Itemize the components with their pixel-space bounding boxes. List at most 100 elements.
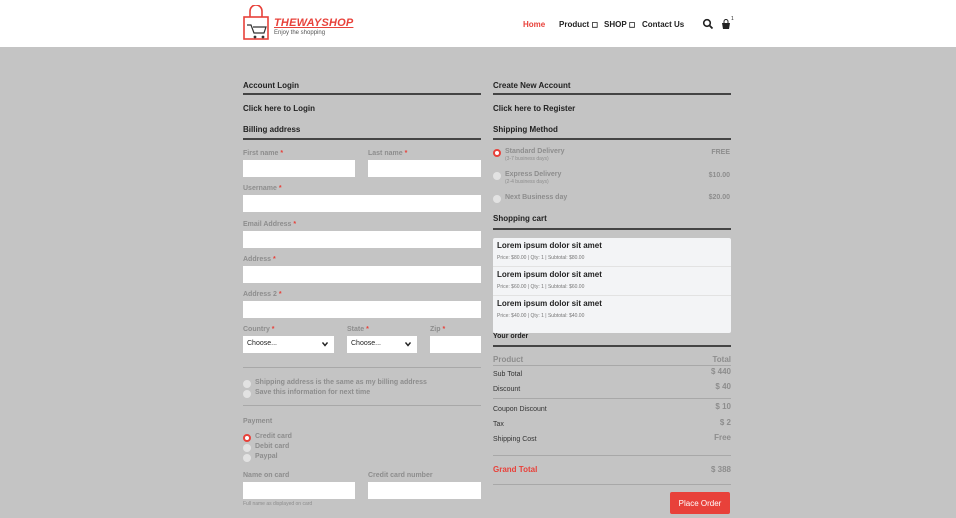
name-on-card-label: Name on card [243,472,290,479]
shipping-cost-label: Shipping Cost [493,436,537,443]
tax-value: $ 2 [719,418,731,427]
state-select[interactable]: Choose... [347,336,417,353]
payment-paypal-radio[interactable]: Paypal [243,453,278,462]
address-input[interactable] [243,266,481,283]
divider [493,365,731,366]
zip-input[interactable] [430,336,481,353]
shipping-price: $10.00 [708,172,730,179]
shopping-cart-list: Lorem ipsum dolor sit amet Price: $80.00… [493,238,731,333]
radio-indicator [493,195,501,203]
divider [493,455,731,456]
grand-total-label: Grand Total [493,465,538,474]
divider [243,405,481,406]
country-label: Country * [243,326,275,333]
account-login-heading: Account Login [243,81,299,90]
last-name-input[interactable] [368,160,481,177]
cart-item-meta: Price: $60.00 | Qty: 1 | Subtotal: $60.0… [497,284,585,290]
checkbox-indicator [243,390,251,398]
shopping-bag-icon [243,5,269,40]
shipping-method-heading: Shipping Method [493,125,558,134]
username-label: Username * [243,185,282,192]
same-address-label: Shipping address is the same as my billi… [255,379,427,386]
divider [493,398,731,399]
tax-label: Tax [493,421,504,428]
email-label: Email Address * [243,221,297,228]
radio-indicator [243,434,251,442]
address2-label: Address 2 * [243,291,282,298]
shopping-cart-heading: Shopping cart [493,214,547,223]
shipping-price: FREE [711,149,730,156]
chevron-down-icon [405,342,411,347]
list-item[interactable]: Lorem ipsum dolor sit amet Price: $40.00… [493,296,731,325]
billing-address-heading: Billing address [243,125,301,134]
radio-indicator [243,444,251,452]
order-total-header: Total [712,355,731,364]
shipping-standard-radio[interactable]: Standard Delivery (3-7 business days) [493,148,565,162]
cart-item-title: Lorem ipsum dolor sit amet [497,299,602,308]
checkbox-indicator [243,380,251,388]
divider [243,93,481,95]
nav-shop[interactable]: SHOP ◻ [604,20,635,29]
your-order-heading: Your order [493,333,529,340]
cart-item-title: Lorem ipsum dolor sit amet [497,270,602,279]
card-number-input[interactable] [368,482,481,499]
radio-indicator [493,172,501,180]
payment-credit-card-radio[interactable]: Credit card [243,433,292,442]
login-link[interactable]: Click here to Login [243,104,315,113]
cart-count-badge: 1 [731,16,734,22]
cart-item-meta: Price: $80.00 | Qty: 1 | Subtotal: $80.0… [497,255,585,261]
divider [243,138,481,140]
sub-total-label: Sub Total [493,371,523,378]
last-name-label: Last name * [368,150,408,157]
coupon-discount-value: $ 10 [715,402,731,411]
country-select[interactable]: Choose... [243,336,334,353]
first-name-input[interactable] [243,160,355,177]
sub-total-value: $ 440 [710,367,731,376]
payment-debit-card-radio[interactable]: Debit card [243,443,289,452]
order-product-header: Product [493,355,524,364]
place-order-button[interactable]: Place Order [670,492,730,514]
discount-label: Discount [493,386,521,393]
country-select-value: Choose... [247,340,277,347]
state-select-value: Choose... [351,340,381,347]
state-label: State * [347,326,369,333]
brand-logo[interactable]: THEWAYSHOP Enjoy the shopping [242,5,353,45]
coupon-discount-label: Coupon Discount [493,406,547,413]
name-on-card-hint: Full name as displayed on card [243,501,313,507]
brand-name: THEWAYSHOP [274,17,354,29]
shipping-option-label: Standard Delivery (3-7 business days) [505,148,565,162]
same-address-checkbox[interactable]: Shipping address is the same as my billi… [243,379,427,388]
payment-heading: Payment [243,418,273,425]
radio-indicator [243,454,251,462]
search-icon[interactable] [702,18,714,30]
name-on-card-input[interactable] [243,482,355,499]
address-label: Address * [243,256,276,263]
zip-label: Zip * [430,326,446,333]
nav-contact[interactable]: Contact Us [642,20,684,29]
cart-item-title: Lorem ipsum dolor sit amet [497,241,602,250]
shipping-cost-value: Free [714,433,731,442]
divider [493,228,731,230]
shipping-next-day-radio[interactable]: Next Business day [493,194,567,203]
save-info-checkbox[interactable]: Save this information for next time [243,389,370,398]
site-header: THEWAYSHOP Enjoy the shopping Home Produ… [0,0,956,47]
divider [243,367,481,368]
list-item[interactable]: Lorem ipsum dolor sit amet Price: $60.00… [493,267,731,296]
divider [493,484,731,485]
divider [493,345,731,347]
payment-option-label: Credit card [255,433,292,440]
discount-value: $ 40 [715,382,731,391]
register-link[interactable]: Click here to Register [493,104,575,113]
brand-tagline: Enjoy the shopping [274,30,326,36]
list-item[interactable]: Lorem ipsum dolor sit amet Price: $80.00… [493,238,731,267]
shipping-price: $20.00 [708,194,730,201]
save-info-label: Save this information for next time [255,389,371,396]
first-name-label: First name * [243,150,284,157]
nav-home[interactable]: Home [523,20,545,29]
address2-input[interactable] [243,301,481,318]
cart-item-meta: Price: $40.00 | Qty: 1 | Subtotal: $40.0… [497,313,585,319]
username-input[interactable] [243,195,481,212]
shipping-express-radio[interactable]: Express Delivery (2-4 business days) [493,171,561,185]
nav-product[interactable]: Product ◻ [559,20,598,29]
email-input[interactable] [243,231,481,248]
